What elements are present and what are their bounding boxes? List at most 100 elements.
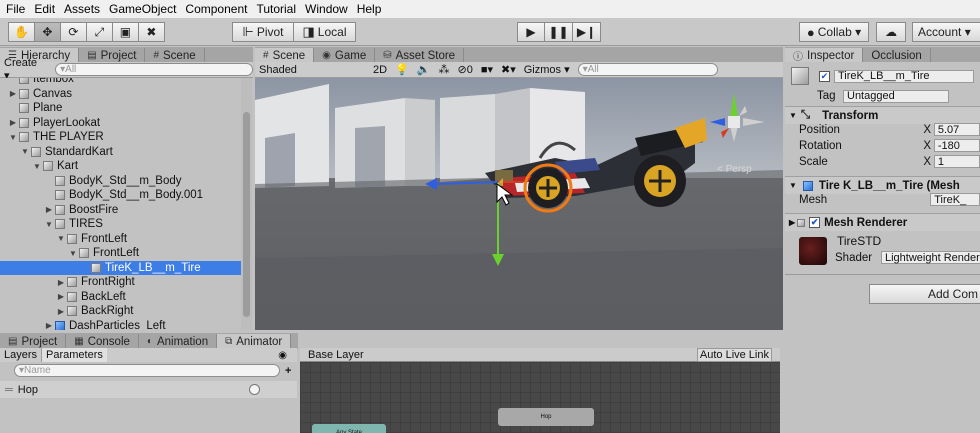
tag-dropdown[interactable]: Untagged: [843, 89, 949, 103]
menu-help[interactable]: Help: [357, 2, 382, 16]
hidden-objects-toggle[interactable]: ⊘ 0: [453, 63, 476, 77]
any-state-node[interactable]: Any State: [312, 424, 386, 433]
expanded-arrow-icon[interactable]: ▼: [68, 249, 78, 258]
tools-dropdown[interactable]: ✖▾: [497, 63, 520, 77]
position-x-field[interactable]: 5.07: [933, 123, 980, 136]
audio-toggle[interactable]: 🔈: [413, 63, 435, 77]
tab-game[interactable]: ◉ Game: [314, 48, 376, 63]
expanded-arrow-icon[interactable]: ▼: [20, 147, 30, 156]
parameter-search-input[interactable]: ▾Name: [14, 364, 280, 377]
add-component-button[interactable]: Add Com: [869, 284, 980, 304]
expanded-arrow-icon[interactable]: ▼: [8, 133, 18, 142]
hierarchy-search-input[interactable]: ▾All: [55, 63, 253, 76]
move-tool-button[interactable]: ✥: [34, 22, 61, 42]
expanded-arrow-icon[interactable]: ▼: [56, 234, 66, 243]
hierarchy-item[interactable]: ▼ FrontLeft: [0, 246, 240, 261]
collapsed-arrow-icon[interactable]: ▶: [8, 89, 18, 98]
lighting-toggle[interactable]: 💡: [391, 63, 413, 77]
cloud-button[interactable]: ☁: [876, 22, 906, 42]
tab-project[interactable]: ▤ Project: [0, 334, 67, 349]
mesh-field[interactable]: TireK_: [930, 193, 980, 206]
custom-tool-button[interactable]: ✖: [138, 22, 165, 42]
account-button[interactable]: Account ▾: [912, 22, 980, 42]
create-dropdown[interactable]: Create ▾: [0, 57, 49, 82]
collapsed-arrow-icon[interactable]: ▶: [56, 292, 66, 301]
menu-assets[interactable]: Assets: [64, 2, 100, 16]
menu-file[interactable]: File: [6, 2, 25, 16]
base-layer-breadcrumb[interactable]: Base Layer: [308, 349, 364, 361]
hierarchy-item[interactable]: BodyK_Std__m_Body: [0, 174, 240, 189]
eye-icon[interactable]: ◉: [278, 350, 287, 361]
add-parameter-icon[interactable]: +: [285, 365, 291, 377]
tab-animation[interactable]: ◐ Animation: [139, 334, 218, 349]
expanded-arrow-icon[interactable]: ▼: [32, 162, 42, 171]
hierarchy-item[interactable]: ▶ BackRight: [0, 304, 240, 319]
collapsed-arrow-icon[interactable]: ▶: [44, 321, 54, 330]
collapsed-arrow-icon[interactable]: ▶: [44, 205, 54, 214]
scene-view[interactable]: < Persp: [255, 78, 783, 330]
step-button[interactable]: ▶❙: [573, 22, 601, 42]
tab-inspector[interactable]: ⓘ Inspector: [785, 48, 864, 63]
hierarchy-item[interactable]: ▼ FrontLeft: [0, 232, 240, 247]
drag-handle-icon[interactable]: ═: [5, 384, 13, 396]
tab-scene-small[interactable]: # Scene: [145, 48, 205, 63]
parameter-row[interactable]: ═ Hop: [0, 381, 297, 398]
collapsed-arrow-icon[interactable]: ▶: [8, 118, 18, 127]
tab-scene[interactable]: # Scene: [255, 48, 315, 63]
rect-tool-button[interactable]: ▣: [112, 22, 139, 42]
expanded-arrow-icon[interactable]: ▼: [44, 220, 54, 229]
auto-live-link-toggle[interactable]: Auto Live Link: [696, 347, 772, 362]
mesh-renderer-header[interactable]: ▶ ✔ Mesh Renderer: [785, 213, 980, 231]
menu-window[interactable]: Window: [305, 2, 348, 16]
hierarchy-item[interactable]: TireK_LB__m_Tire: [0, 260, 241, 275]
hierarchy-item[interactable]: BodyK_Std__m_Body.001: [0, 188, 240, 203]
material-preview[interactable]: [799, 237, 827, 265]
hop-state-node[interactable]: Hop: [498, 408, 594, 426]
hierarchy-item[interactable]: ▶ BoostFire: [0, 203, 240, 218]
pivot-button[interactable]: ⊩ Pivot: [232, 22, 294, 42]
scale-tool-button[interactable]: ⤢: [86, 22, 113, 42]
gizmos-dropdown[interactable]: Gizmos ▾: [520, 63, 574, 77]
tab-occlusion[interactable]: Occlusion: [863, 48, 931, 63]
hand-tool-button[interactable]: ✋: [8, 22, 35, 42]
object-name-field[interactable]: TireK_LB__m_Tire: [834, 69, 974, 83]
hierarchy-item[interactable]: Plane: [0, 101, 240, 116]
tab-asset-store[interactable]: ⛁ Asset Store: [375, 48, 465, 63]
persp-label[interactable]: < Persp: [717, 164, 752, 175]
scale-x-field[interactable]: 1: [933, 155, 980, 168]
menu-component[interactable]: Component: [185, 2, 247, 16]
tab-console[interactable]: ▦ Console: [66, 334, 139, 349]
trigger-radio[interactable]: [249, 384, 260, 395]
collab-button[interactable]: ● Collab ▾: [799, 22, 869, 42]
scene-camera-dropdown[interactable]: ■▾: [477, 63, 497, 77]
effects-toggle[interactable]: ⁂: [434, 63, 453, 77]
shading-mode-dropdown[interactable]: Shaded: [255, 63, 363, 77]
layers-tab[interactable]: Layers: [0, 348, 43, 362]
hierarchy-item[interactable]: ▶ FrontRight: [0, 275, 240, 290]
menu-tutorial[interactable]: Tutorial: [256, 2, 296, 16]
hierarchy-item[interactable]: ▶ PlayerLookat: [0, 116, 240, 131]
local-button[interactable]: ◨ Local: [294, 22, 356, 42]
animator-graph[interactable]: Any State Hop: [300, 362, 780, 433]
collapsed-arrow-icon[interactable]: ▶: [56, 278, 66, 287]
hierarchy-scroll-thumb[interactable]: [243, 112, 250, 317]
collapsed-arrow-icon[interactable]: ▶: [56, 307, 66, 316]
pause-button[interactable]: ❚❚: [545, 22, 573, 42]
hierarchy-item[interactable]: ▶ Canvas: [0, 87, 240, 102]
menu-gameobject[interactable]: GameObject: [109, 2, 176, 16]
tab-project-top[interactable]: ▤ Project: [79, 48, 146, 63]
hierarchy-item[interactable]: Itembox: [0, 78, 240, 87]
tab-animator[interactable]: ⧉ Animator: [217, 334, 292, 349]
2d-toggle[interactable]: 2D: [369, 63, 391, 77]
parameters-tab[interactable]: Parameters: [42, 348, 107, 362]
rotation-x-field[interactable]: -180: [933, 139, 980, 152]
hierarchy-item[interactable]: ▶ BackLeft: [0, 290, 240, 305]
mesh-renderer-checkbox[interactable]: ✔: [809, 217, 821, 228]
menu-edit[interactable]: Edit: [34, 2, 55, 16]
hierarchy-item[interactable]: ▼ StandardKart: [0, 145, 240, 160]
shader-dropdown[interactable]: Lightweight Render Pip: [881, 251, 980, 264]
hierarchy-item[interactable]: ▶ DashParticles_Left: [0, 319, 240, 330]
play-button[interactable]: ▶: [517, 22, 545, 42]
hierarchy-item[interactable]: ▼ Kart: [0, 159, 240, 174]
rotate-tool-button[interactable]: ⟳: [60, 22, 87, 42]
